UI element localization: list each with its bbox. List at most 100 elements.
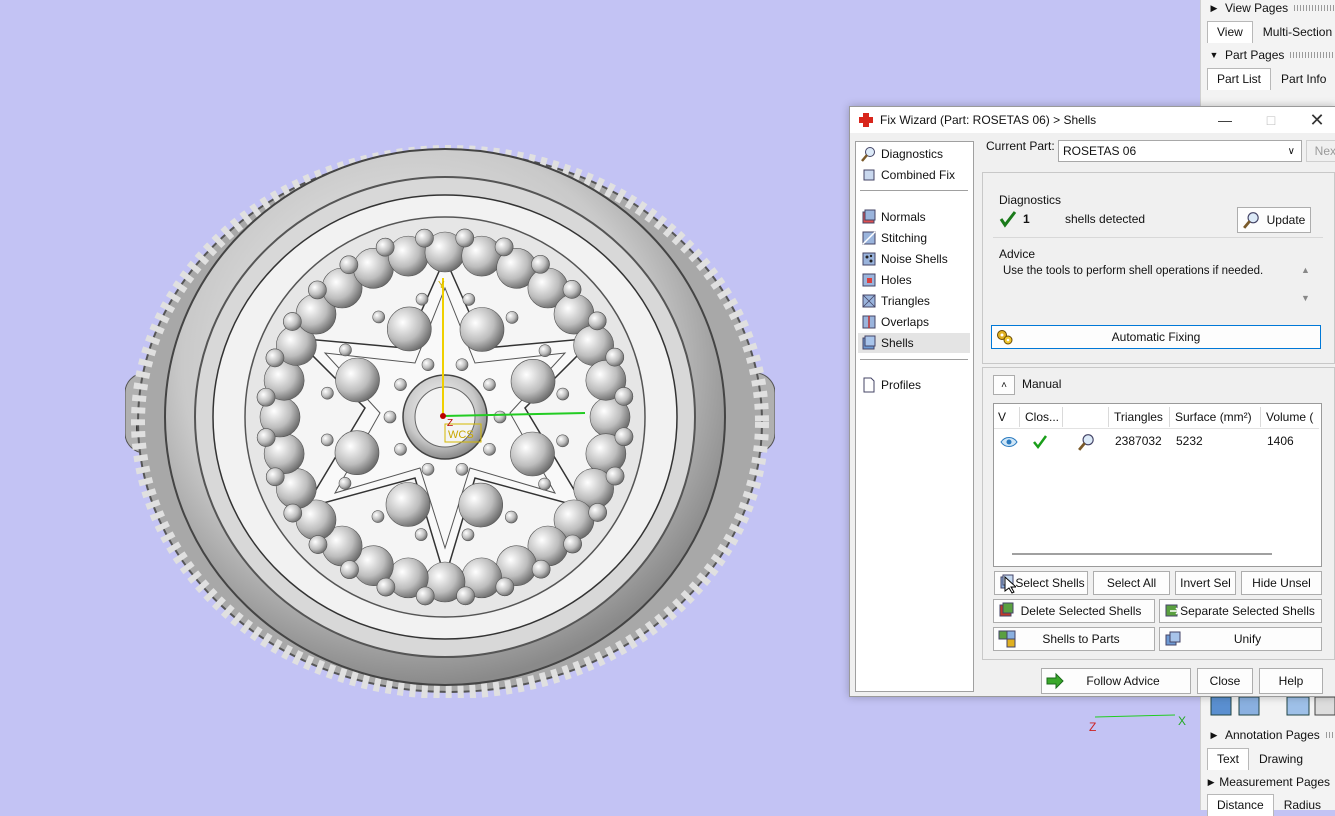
- tab-radius[interactable]: Radius: [1274, 794, 1331, 816]
- arrow-right-icon: [1046, 672, 1064, 690]
- bead: [563, 534, 582, 554]
- update-button[interactable]: Update: [1237, 207, 1311, 233]
- bead: [320, 433, 334, 447]
- scroll-up-icon[interactable]: ▲: [1301, 265, 1310, 275]
- toolbar-icons[interactable]: [1209, 694, 1335, 720]
- eye-icon[interactable]: [1000, 436, 1018, 448]
- mouse-cursor-icon: [1004, 576, 1016, 594]
- diagnostics-group: Diagnostics 1 shells detected Update Adv…: [982, 172, 1335, 364]
- divider: [993, 237, 1323, 238]
- bead: [338, 477, 352, 490]
- bead: [505, 311, 519, 324]
- tab-multi-section[interactable]: Multi-Section: [1253, 21, 1335, 43]
- nav-item-holes[interactable]: Holes: [858, 270, 970, 290]
- next-button[interactable]: Next: [1306, 140, 1335, 162]
- row-volume: 1406: [1267, 434, 1294, 448]
- col-header-surface[interactable]: Surface (mm²): [1171, 407, 1261, 427]
- automatic-fixing-button[interactable]: Automatic Fixing: [991, 325, 1321, 349]
- chevron-down-icon: ∨: [1287, 145, 1295, 157]
- nav-item-combined-fix[interactable]: Combined Fix: [858, 165, 970, 185]
- tab-distance[interactable]: Distance: [1207, 794, 1274, 816]
- nav-item-stitching[interactable]: Stitching: [858, 228, 970, 248]
- maximize-button[interactable]: □: [1248, 107, 1294, 133]
- bead: [339, 343, 352, 357]
- nav-item-overlaps[interactable]: Overlaps: [858, 312, 970, 332]
- measurement-pages-header[interactable]: ▶ Measurement Pages: [1201, 772, 1335, 792]
- nav-item-normals[interactable]: Normals: [858, 207, 970, 227]
- col-header-triangles[interactable]: Triangles: [1110, 407, 1170, 427]
- nav-item-profiles[interactable]: Profiles: [858, 375, 970, 395]
- nav-item-noise-shells[interactable]: Noise Shells: [858, 249, 970, 269]
- fix-wizard-dialog: Fix Wizard (Part: ROSETAS 06) > Shells —…: [849, 106, 1335, 697]
- magnifier-icon[interactable]: [1078, 433, 1096, 451]
- tab-part-list[interactable]: Part List: [1207, 68, 1272, 90]
- invert-sel-button[interactable]: Invert Sel: [1175, 571, 1236, 595]
- separate-shells-icon: [1165, 604, 1181, 617]
- magnifier-icon: [1242, 212, 1259, 229]
- chevron-up-icon: ˄: [1001, 379, 1007, 391]
- unify-button[interactable]: Unify: [1159, 627, 1322, 651]
- shells-to-parts-button[interactable]: Shells to Parts: [993, 627, 1155, 651]
- minimize-button[interactable]: —: [1202, 107, 1248, 133]
- delete-selected-shells-button[interactable]: Delete Selected Shells: [993, 599, 1155, 623]
- scroll-down-icon[interactable]: ▼: [1301, 293, 1310, 303]
- bead: [455, 358, 469, 371]
- view-pages-header[interactable]: ▶ View Pages: [1201, 0, 1335, 18]
- bead: [339, 255, 359, 275]
- col-header-visible[interactable]: V: [994, 407, 1020, 427]
- header-divider: [994, 428, 1319, 429]
- select-all-button[interactable]: Select All: [1093, 571, 1170, 595]
- dialog-titlebar[interactable]: Fix Wizard (Part: ROSETAS 06) > Shells —…: [850, 107, 1335, 133]
- triangles-icon: [862, 294, 876, 308]
- bead: [383, 410, 397, 424]
- help-button[interactable]: Help: [1259, 668, 1323, 694]
- bead: [605, 347, 625, 367]
- close-button[interactable]: Close: [1197, 668, 1253, 694]
- shell-count: 1: [1023, 212, 1030, 226]
- bead: [531, 255, 550, 274]
- nav-separator: [860, 359, 968, 360]
- col-header-volume[interactable]: Volume (: [1262, 407, 1320, 427]
- holes-icon: [862, 273, 876, 287]
- hide-unsel-button[interactable]: Hide Unsel: [1241, 571, 1322, 595]
- nav-item-shells[interactable]: Shells: [858, 333, 970, 353]
- col-header-closed[interactable]: Clos...: [1021, 407, 1063, 427]
- part-pages-header[interactable]: ▼ Part Pages: [1201, 45, 1335, 65]
- wcs-label: WCS: [448, 429, 474, 441]
- annotation-pages-header[interactable]: ▶ Annotation Pages: [1201, 725, 1335, 745]
- check-icon: [1033, 435, 1048, 450]
- close-window-button[interactable]: ✕: [1294, 107, 1335, 133]
- separate-selected-shells-button[interactable]: Separate Selected Shells: [1159, 599, 1322, 623]
- collapse-manual-button[interactable]: ˄: [993, 375, 1015, 395]
- horizontal-scrollbar[interactable]: [1012, 553, 1272, 555]
- tab-part-info[interactable]: Part Info: [1271, 68, 1335, 90]
- collapse-arrow-icon: ▶: [1207, 776, 1215, 787]
- nav-item-diagnostics[interactable]: Diagnostics: [858, 144, 970, 164]
- shells-detected-text: shells detected: [1065, 212, 1146, 226]
- advice-text: Use the tools to perform shell operation…: [1003, 265, 1264, 277]
- follow-advice-button[interactable]: Follow Advice: [1041, 668, 1191, 694]
- bead: [394, 443, 407, 456]
- tab-text[interactable]: Text: [1207, 748, 1250, 770]
- ring-model[interactable]: WCS Z Y: [125, 138, 775, 698]
- bead: [494, 237, 514, 257]
- bead: [386, 306, 432, 352]
- bead: [462, 293, 476, 306]
- expand-arrow-icon: ▼: [1209, 50, 1219, 60]
- bead: [376, 577, 396, 597]
- bead: [505, 510, 518, 524]
- nav-item-triangles[interactable]: Triangles: [858, 291, 970, 311]
- tab-drawing[interactable]: Drawing: [1249, 748, 1313, 770]
- header-grip: [1325, 732, 1335, 738]
- gears-icon: [997, 330, 1013, 345]
- bead: [483, 378, 496, 391]
- col-header-blank[interactable]: [1064, 407, 1109, 427]
- row-surface: 5232: [1176, 434, 1203, 448]
- current-part-select[interactable]: ROSETAS 06 ∨: [1058, 140, 1302, 162]
- normals-icon: [862, 209, 876, 224]
- bead: [510, 431, 555, 477]
- bead: [495, 577, 515, 597]
- bead: [256, 387, 276, 407]
- advice-heading: Advice: [999, 247, 1036, 261]
- tab-view[interactable]: View: [1207, 21, 1253, 43]
